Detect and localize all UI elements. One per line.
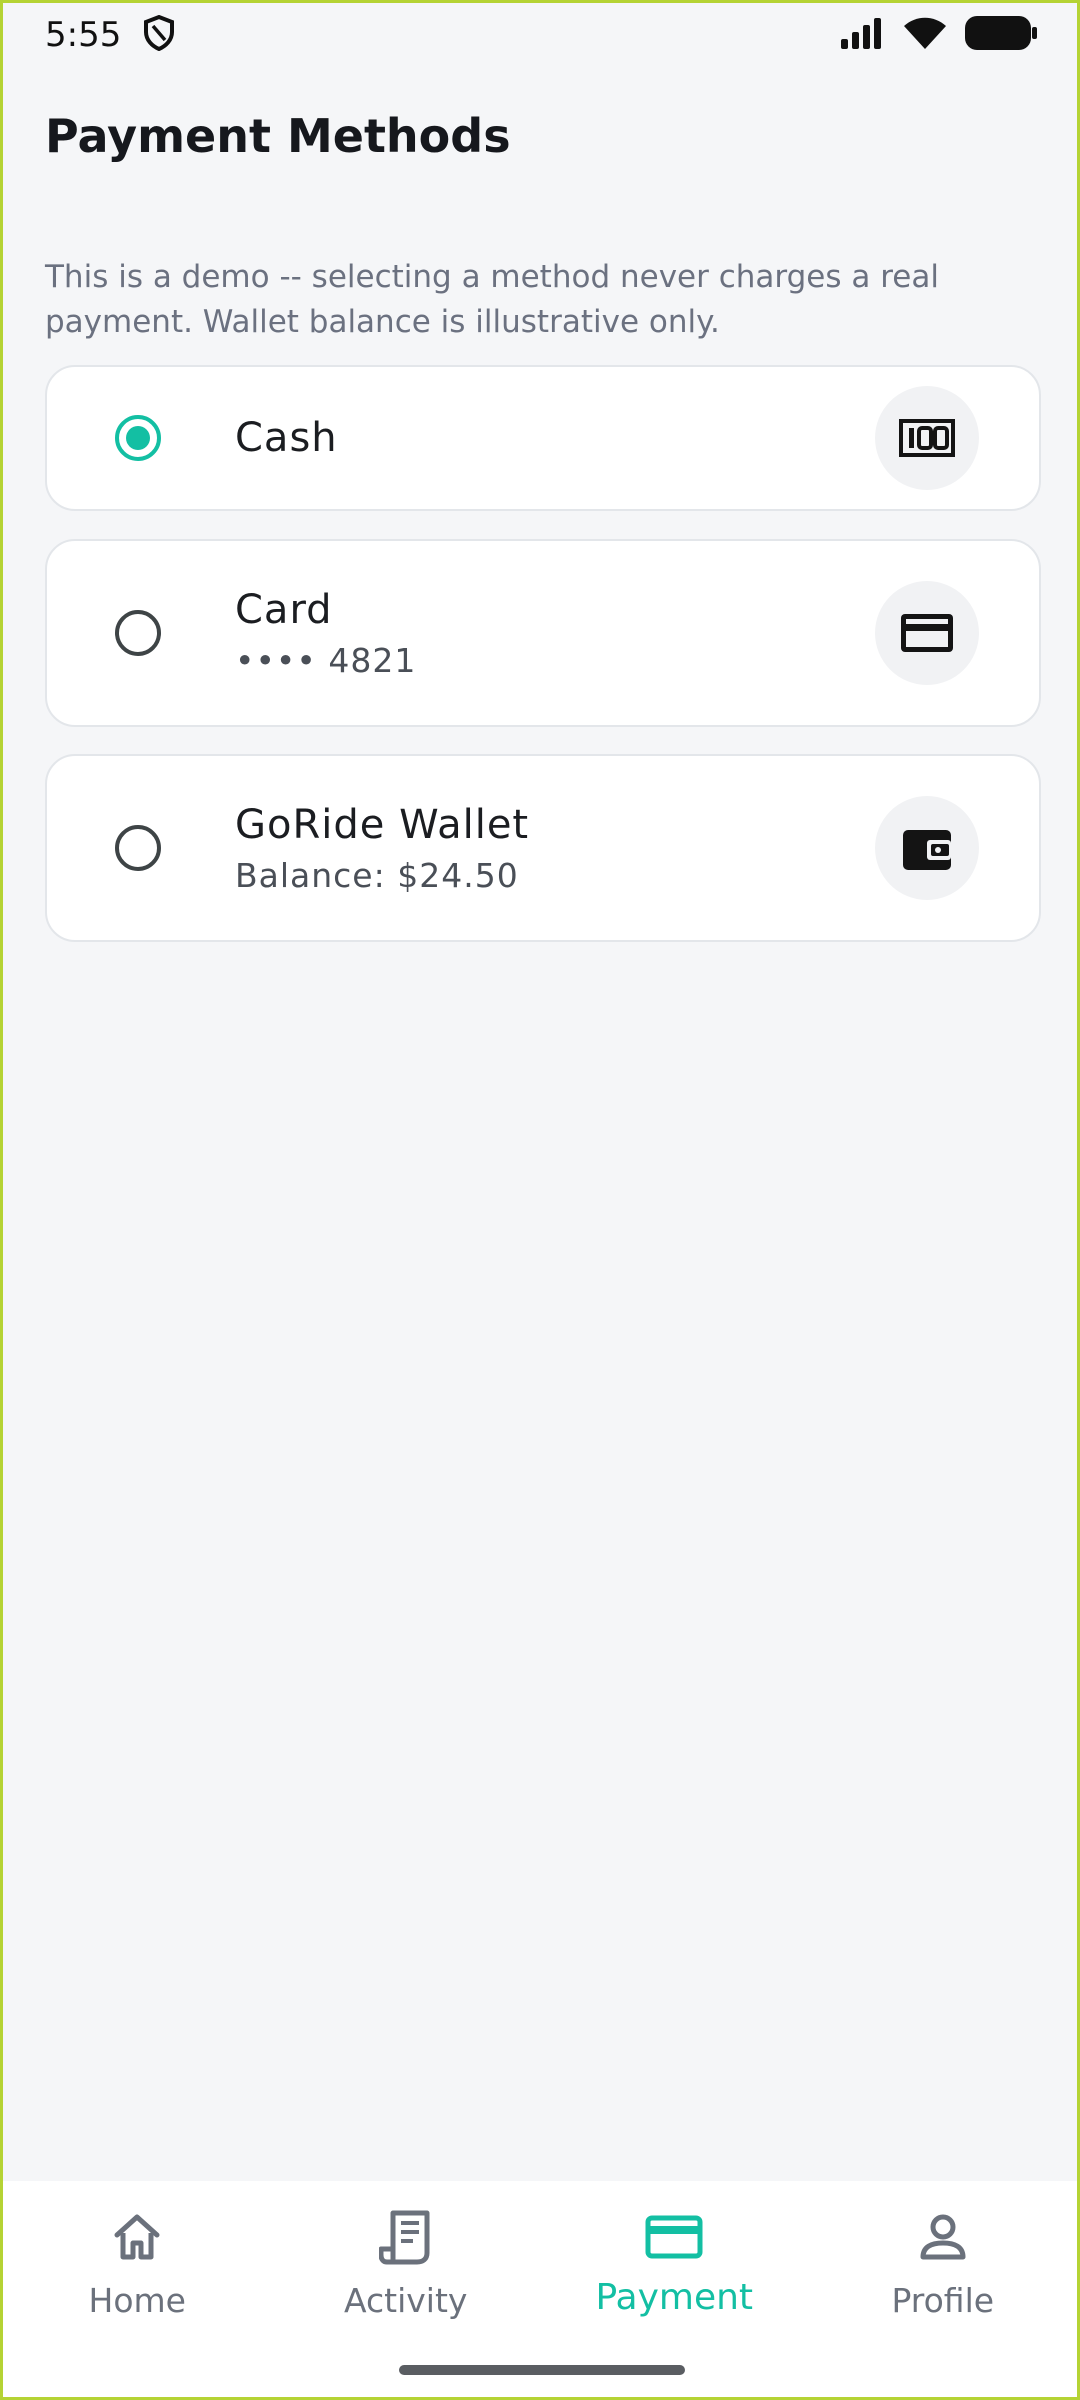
method-label: GoRide Wallet [235,801,530,848]
credit-card-icon [644,2207,704,2267]
status-left: 5:55 [45,14,175,56]
status-time: 5:55 [45,15,122,55]
page-title: Payment Methods [45,109,511,163]
home-indicator[interactable] [399,2365,685,2375]
method-label: Card [235,586,333,633]
method-label: Cash [235,415,338,461]
wallet-icon [875,796,979,900]
method-text: GoRide Wallet Balance: $24.50 [235,802,529,895]
nav-label-profile: Profile [891,2281,995,2320]
payment-method-cash[interactable]: Cash [45,365,1041,511]
method-text: Card •••• 4821 [235,587,416,680]
payment-method-wallet[interactable]: GoRide Wallet Balance: $24.50 [45,754,1041,942]
wifi-icon [903,16,947,55]
shield-icon [143,14,175,56]
status-right [839,15,1037,55]
payment-method-card[interactable]: Card •••• 4821 [45,539,1041,727]
radio-card[interactable] [115,610,161,656]
receipt-icon [376,2207,436,2267]
nav-label-payment: Payment [595,2277,754,2318]
person-icon [913,2207,973,2267]
nav-label-activity: Activity [344,2281,468,2320]
credit-card-icon [875,581,979,685]
battery-icon [965,15,1037,55]
method-text: Cash [235,415,338,461]
cash-icon [875,386,979,490]
method-sub: •••• 4821 [235,640,417,680]
status-bar: 5:55 [3,3,1077,67]
nav-label-home: Home [88,2281,186,2320]
disclaimer-text: This is a demo -- selecting a method nev… [45,259,939,340]
method-sub: Balance: $24.50 [235,855,519,895]
nav-item-home[interactable]: Home [3,2181,272,2397]
radio-wallet[interactable] [115,825,161,871]
radio-cash[interactable] [115,415,161,461]
signal-icon [839,17,885,54]
home-icon [107,2207,167,2267]
nav-item-profile[interactable]: Profile [809,2181,1078,2397]
